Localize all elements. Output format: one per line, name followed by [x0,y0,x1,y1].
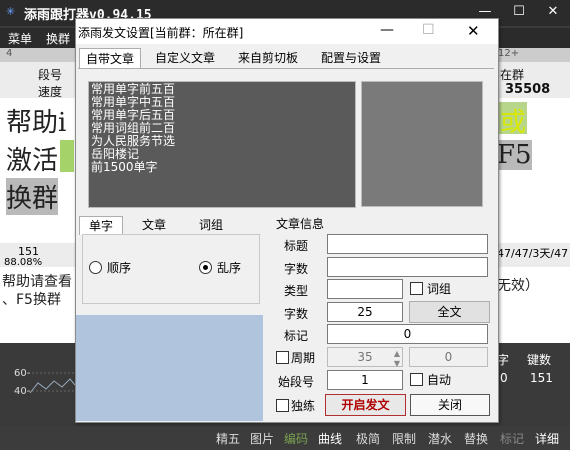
list-item[interactable]: 前1500单字 [89,161,355,174]
count-label: 字数 [284,262,309,276]
close-icon[interactable]: ✕ [536,0,570,26]
solo-practice-checkbox[interactable] [276,399,289,412]
toolbar-item-code[interactable]: 编码 [284,430,308,447]
radio-random[interactable] [199,261,212,274]
start-seg-field[interactable]: 1 [327,370,403,390]
radio-order-label: 顺序 [107,261,132,275]
dialog-maximize-icon[interactable]: ☐ [422,22,435,38]
tab-config-settings[interactable]: 配置与设置 [313,48,389,68]
type-label: 类型 [284,284,309,298]
title-field[interactable] [327,234,488,254]
text-line-2: 激活 [6,146,59,176]
auto-label: 自动 [427,373,452,387]
phrase-checkbox-label: 词组 [427,282,452,296]
dialog-minimize-icon[interactable]: — [380,22,394,38]
start-send-button[interactable]: 开启发文 [325,394,406,416]
text-line-1: 帮助i [6,108,67,138]
dialog-close-icon[interactable]: ✕ [467,22,480,40]
duan-label: 段号 [38,68,63,82]
bottom-toolbar: 精五 图片 编码 曲线 极简 限制 潜水 替换 标记 详细 [0,426,570,450]
dialog-title: 添雨发文设置[当前群：所在群] [78,26,244,40]
close-button[interactable]: 关闭 [410,394,490,416]
tab-custom-articles[interactable]: 自定义文章 [148,48,222,68]
phrase-checkbox[interactable] [410,282,423,295]
app-logo-icon: ✳ [6,5,16,18]
cycle-checkbox[interactable] [276,351,289,364]
segment-label: 字数 [284,307,309,321]
subtab-phrase[interactable]: 词组 [191,216,231,234]
speed-chart [0,343,75,428]
toolbar-item-dive[interactable]: 潜水 [428,430,452,447]
dialog-titlebar: 添雨发文设置[当前群：所在群] — ☐ ✕ [76,19,498,44]
toolbar-item-replace[interactable]: 替换 [464,430,488,447]
cycle-stepper[interactable]: 35 ▲ ▼ [327,347,403,368]
speed-value: 35508 [505,82,551,97]
zaiqun-label: 在群 [500,68,525,82]
article-info-label: 文章信息 [276,217,325,231]
toolbar-item-detail[interactable]: 详细 [535,430,559,447]
toolbar-item-curve[interactable]: 曲线 [318,430,342,447]
menu-item-switch-group[interactable]: 换群 [46,30,70,47]
color-preview-box [76,315,263,421]
radio-order[interactable] [89,261,102,274]
auto-checkbox[interactable] [410,373,423,386]
right-text-2: F5 [497,140,532,170]
count-field[interactable] [327,257,488,277]
menu-item-menu[interactable]: 菜单 [8,30,32,47]
radio-random-label: 乱序 [217,261,242,275]
toolbar-item-jingwu[interactable]: 精五 [216,430,240,447]
cycle-label: 周期 [291,351,316,365]
toolbar-item-limit[interactable]: 限制 [392,430,416,447]
cursor-highlight [60,140,74,172]
right-text-1: 或 [500,108,527,138]
mark-field[interactable]: 0 [327,324,488,344]
start-seg-label: 始段号 [278,375,315,389]
subtab-single-char[interactable]: 单字 [79,216,123,235]
subtab-article[interactable]: 文章 [134,216,174,234]
stat-right: 47/47/3天/47 [497,247,569,260]
article-settings-dialog: 添雨发文设置[当前群：所在群] — ☐ ✕ 自带文章 自定义文章 来自剪切板 配… [75,18,499,423]
title-label: 标题 [284,239,309,253]
article-list[interactable]: 常用单字前五百 常用单字中五百 常用单字后五百 常用词组前二百 为人民服务节选 … [88,81,356,208]
toolbar-item-image[interactable]: 图片 [250,430,274,447]
cycle-right-field[interactable]: 0 [409,347,488,367]
maximize-icon[interactable]: ☐ [502,0,536,26]
tab-from-clipboard[interactable]: 来自剪切板 [230,48,306,68]
tab-builtin-articles[interactable]: 自带文章 [79,48,141,69]
text-line-3: 换群 [6,178,59,215]
solo-practice-label: 独练 [291,399,316,413]
toolbar-item-mark[interactable]: 标记 [500,430,524,447]
full-text-button[interactable]: 全文 [409,301,490,323]
article-preview [361,81,483,207]
toolbar-item-minimal[interactable]: 极简 [356,430,380,447]
segment-field[interactable]: 25 [327,302,403,322]
mark-label: 标记 [284,329,309,343]
type-field[interactable] [327,279,403,299]
order-radio-group: 顺序 乱序 [82,234,260,304]
